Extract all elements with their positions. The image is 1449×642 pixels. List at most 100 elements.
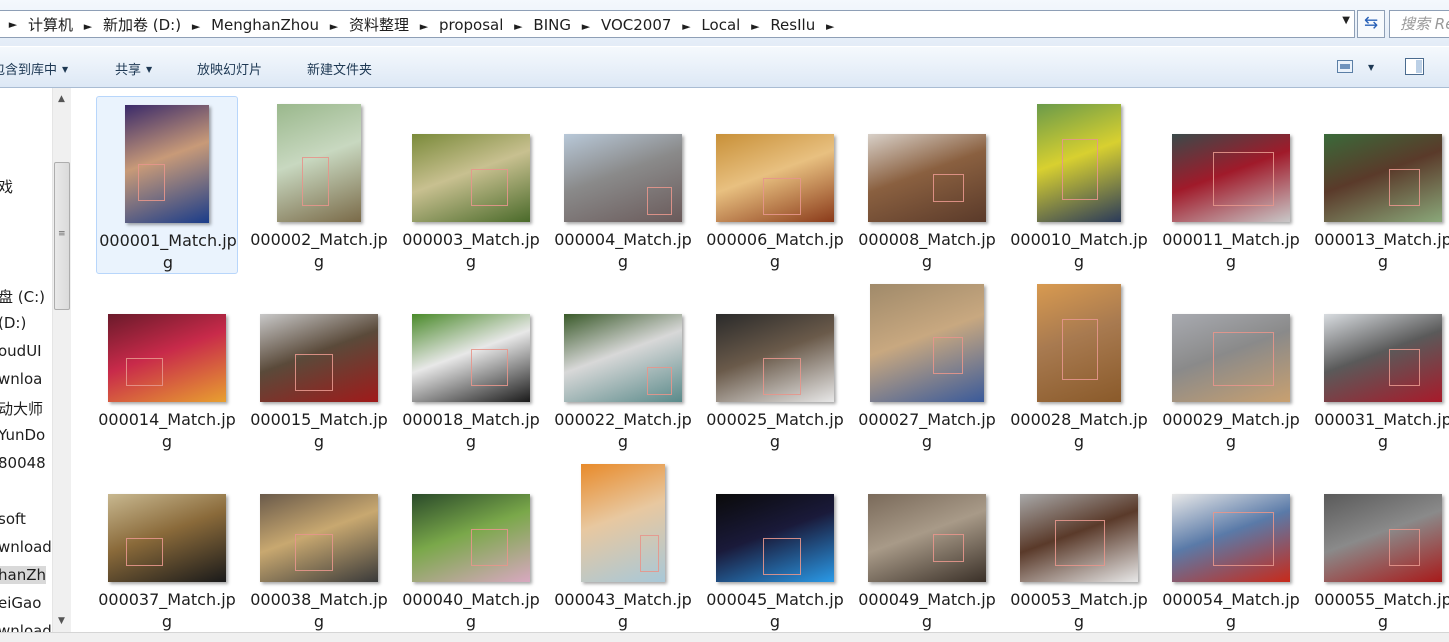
file-item[interactable]: 000010_Match.jp g [1008,96,1150,274]
nav-item[interactable]: hanZh [0,566,46,584]
file-item[interactable]: 000015_Match.jp g [248,276,390,454]
file-item[interactable]: 000011_Match.jp g [1160,96,1302,274]
image-thumbnail[interactable] [108,494,226,582]
file-item[interactable]: 000027_Match.jp g [856,276,998,454]
image-thumbnail[interactable] [716,314,834,402]
nav-item[interactable]: eiGao [0,594,41,612]
nav-item[interactable]: 戏 [0,176,13,197]
include-in-library-button[interactable]: 包含到库中 ▼ [0,59,68,78]
image-thumbnail[interactable] [1172,134,1290,222]
chevron-down-icon[interactable]: ▼ [1342,15,1350,26]
image-thumbnail[interactable] [125,105,209,223]
file-item[interactable]: 000053_Match.jp g [1008,456,1150,632]
file-item[interactable]: 000028_Match.jp g [1008,276,1150,454]
file-item[interactable]: 000031_Match.jp g [1312,276,1449,454]
refresh-button[interactable]: ⇆ [1357,10,1385,38]
search-input[interactable]: 搜索 Re [1389,10,1449,38]
breadcrumb-chevron-icon[interactable]: ► [673,20,699,33]
image-thumbnail[interactable] [868,494,986,582]
breadcrumb-item[interactable]: proposal [437,16,505,34]
nav-scrollbar[interactable]: ▲ ≡ ▼ [52,88,71,632]
nav-item[interactable]: 80048 [0,454,46,472]
breadcrumb-item[interactable]: 计算机 [26,16,75,34]
file-item[interactable]: 000003_Match.jp g [400,96,542,274]
breadcrumb-item[interactable]: VOC2007 [599,16,673,34]
image-thumbnail[interactable] [716,134,834,222]
scroll-down-icon[interactable]: ▼ [58,616,65,626]
image-thumbnail[interactable] [716,494,834,582]
file-item[interactable]: 000013_Match.jp g [1312,96,1449,274]
breadcrumb-chevron-icon[interactable]: ► [573,20,599,33]
breadcrumb-item[interactable]: MenghanZhou [209,16,321,34]
image-thumbnail[interactable] [412,134,530,222]
breadcrumb-chevron-icon[interactable]: ► [75,20,101,33]
nav-item[interactable]: YunDo [0,426,45,444]
breadcrumb-chevron-icon[interactable]: ► [505,20,531,33]
image-thumbnail[interactable] [564,134,682,222]
nav-item[interactable]: (D:) [0,314,26,332]
file-item[interactable]: 000002_Match.jp g [248,96,390,274]
file-item[interactable]: 000037_Match.jp g [96,456,238,632]
image-thumbnail[interactable] [412,314,530,402]
image-thumbnail[interactable] [1324,494,1442,582]
nav-item[interactable]: wnload [0,622,52,632]
image-thumbnail[interactable] [1324,314,1442,402]
file-item[interactable]: 000045_Match.jp g [704,456,846,632]
breadcrumb-chevron-icon[interactable]: ► [817,20,843,33]
chevron-down-icon[interactable]: ▼ [1368,63,1374,72]
file-item[interactable]: 000043_Match.jp g [552,456,694,632]
nav-item[interactable]: oudUI [0,342,42,360]
breadcrumb-chevron-icon[interactable]: ► [411,20,437,33]
breadcrumb-chevron-icon[interactable]: ► [321,20,347,33]
breadcrumb-chevron-icon[interactable]: ► [0,18,26,31]
image-thumbnail[interactable] [1037,284,1121,402]
file-item[interactable]: 000014_Match.jp g [96,276,238,454]
preview-pane-icon[interactable] [1405,58,1424,75]
breadcrumb-item[interactable]: Local [699,16,742,34]
image-thumbnail[interactable] [1020,494,1138,582]
image-thumbnail[interactable] [870,284,984,402]
file-item[interactable]: 000018_Match.jp g [400,276,542,454]
image-thumbnail[interactable] [412,494,530,582]
file-item[interactable]: 000001_Match.jp g [96,96,238,274]
breadcrumb-chevron-icon[interactable]: ► [183,20,209,33]
nav-item[interactable]: wnloa [0,370,42,388]
file-item[interactable]: 000004_Match.jp g [552,96,694,274]
file-item[interactable]: 000040_Match.jp g [400,456,542,632]
image-thumbnail[interactable] [1037,104,1121,222]
file-item[interactable]: 000029_Match.jp g [1160,276,1302,454]
image-thumbnail[interactable] [581,464,665,582]
image-thumbnail[interactable] [564,314,682,402]
image-thumbnail[interactable] [868,134,986,222]
scroll-up-icon[interactable]: ▲ [58,94,65,104]
file-item[interactable]: 000038_Match.jp g [248,456,390,632]
nav-item[interactable]: soft [0,510,26,528]
image-thumbnail[interactable] [277,104,361,222]
file-item[interactable]: 000025_Match.jp g [704,276,846,454]
nav-item[interactable]: 盘 (C:) [0,286,45,307]
change-view-icon[interactable] [1337,60,1353,73]
breadcrumb-chevron-icon[interactable]: ► [742,20,768,33]
file-item[interactable]: 000054_Match.jp g [1160,456,1302,632]
breadcrumb-item[interactable]: BING [531,16,573,34]
file-item[interactable]: 000006_Match.jp g [704,96,846,274]
nav-item[interactable]: wnload [0,538,52,556]
image-thumbnail[interactable] [260,314,378,402]
slideshow-button[interactable]: 放映幻灯片 [197,59,262,78]
file-item[interactable]: 000022_Match.jp g [552,276,694,454]
image-thumbnail[interactable] [260,494,378,582]
breadcrumb-item[interactable]: 新加卷 (D:) [101,16,183,34]
file-item[interactable]: 000049_Match.jp g [856,456,998,632]
image-thumbnail[interactable] [1172,494,1290,582]
image-thumbnail[interactable] [1172,314,1290,402]
file-item[interactable]: 000008_Match.jp g [856,96,998,274]
nav-item[interactable]: 动大师 [0,398,43,419]
image-thumbnail[interactable] [108,314,226,402]
breadcrumb-item[interactable]: 资料整理 [347,16,411,34]
image-thumbnail[interactable] [1324,134,1442,222]
scrollbar-thumb[interactable]: ≡ [54,162,70,310]
address-field[interactable]: ► 计算机 ► 新加卷 (D:) ► MenghanZhou ► 资料整理 ► proposal… [0,10,1355,38]
share-button[interactable]: 共享 ▼ [115,59,152,78]
breadcrumb-item[interactable]: ResIlu [768,16,817,34]
file-item[interactable]: 000055_Match.jp g [1312,456,1449,632]
